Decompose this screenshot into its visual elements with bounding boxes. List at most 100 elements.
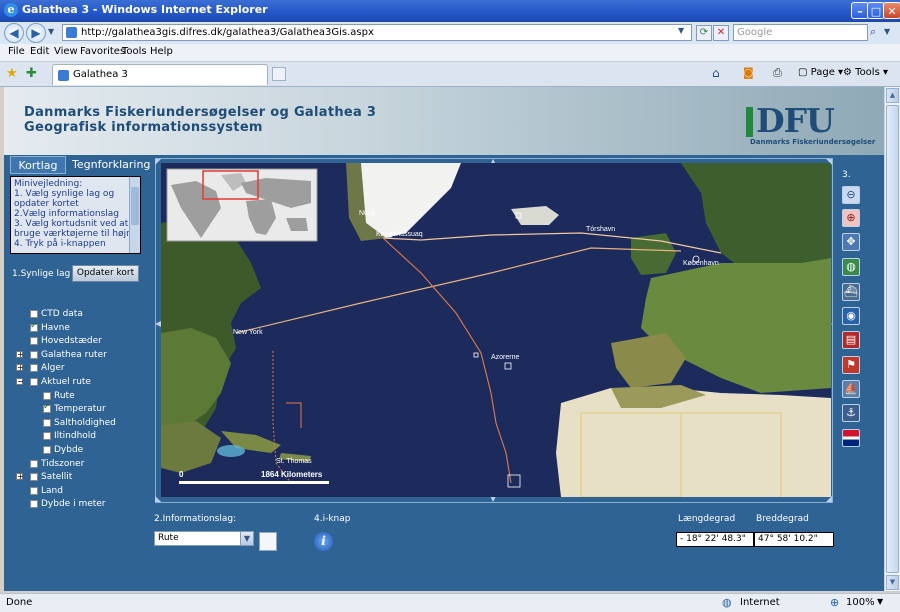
favorites-star-icon[interactable]: ★ xyxy=(6,66,18,81)
menu-favorites[interactable]: Favorites xyxy=(80,46,125,57)
tab-bar: ★ ✚ Galathea 3 ⌂ ◙ ⎙ ▢ Page ▾ ⚙ Tools ▾ xyxy=(0,62,900,87)
info-layer-label: 2.Informationslag: xyxy=(154,514,237,524)
menu-file[interactable]: File xyxy=(8,46,25,57)
layer-checkbox[interactable] xyxy=(43,402,51,414)
zoom-in-icon[interactable]: ⊕ xyxy=(842,209,860,227)
layer-expander-icon[interactable]: + xyxy=(16,350,24,358)
help-scroll-thumb[interactable] xyxy=(131,187,139,225)
search-options-icon[interactable]: ▼ xyxy=(884,27,890,36)
map-label-nuuk: Nuuk xyxy=(359,210,376,217)
close-button[interactable]: ✕ xyxy=(883,2,900,19)
mini-guide-box: Minivejledning: 1. Vælg synlige lag og o… xyxy=(10,176,141,254)
history-dropdown-icon[interactable]: ▼ xyxy=(48,27,54,36)
layer-checkbox[interactable] xyxy=(30,350,38,359)
search-icon[interactable]: ⌕ xyxy=(870,25,876,39)
stop-icon[interactable]: ✕ xyxy=(713,25,729,41)
address-url: http://galathea3gis.difres.dk/galathea3/… xyxy=(81,27,374,38)
help-line: Minivejledning: xyxy=(14,179,83,189)
tools-menu[interactable]: ⚙ Tools ▾ xyxy=(843,67,888,78)
map-view[interactable]: Nuuk Kangerlussuaq Tórshavn København Ne… xyxy=(161,163,831,497)
layer-label: Temperatur xyxy=(54,404,106,415)
scale-label: 1864 Kilometers xyxy=(261,470,323,479)
layer-checkbox[interactable] xyxy=(30,321,38,332)
zoom-dropdown-icon[interactable]: ▼ xyxy=(877,597,883,606)
latitude-label: Breddegrad xyxy=(756,514,809,524)
tab-tegnforklaring[interactable]: Tegnforklaring xyxy=(72,156,150,174)
menu-tools[interactable]: Tools xyxy=(122,46,147,57)
help-line: opdater kortet xyxy=(14,199,79,209)
help-line: 4. Tryk på i-knappen xyxy=(14,239,106,249)
scroll-thumb[interactable] xyxy=(886,105,899,573)
layer-label: Alger xyxy=(41,363,65,374)
refresh-icon[interactable]: ⟳ xyxy=(696,25,712,41)
menu-view[interactable]: View xyxy=(54,46,78,57)
help-scrollbar[interactable] xyxy=(129,177,140,253)
address-input[interactable]: http://galathea3gis.difres.dk/galathea3/… xyxy=(62,24,692,41)
flag-icon[interactable]: ⚑ xyxy=(842,356,860,374)
back-button[interactable]: ◀ xyxy=(4,23,24,43)
book-icon[interactable]: ▤ xyxy=(842,331,860,349)
full-extent-icon[interactable]: ◍ xyxy=(842,258,860,276)
layer-expander-icon[interactable]: + xyxy=(16,364,24,372)
search-input[interactable]: Google xyxy=(733,24,868,41)
feeds-icon[interactable]: ◙ xyxy=(743,66,754,79)
status-text: Done xyxy=(6,597,33,608)
help-line: bruge værktøjerne til højre xyxy=(14,229,136,239)
zoom-level[interactable]: 100% xyxy=(846,597,875,608)
ship-icon[interactable]: ⛴ xyxy=(842,283,860,301)
layer-checkbox[interactable] xyxy=(43,391,51,400)
union-jack-icon[interactable] xyxy=(842,429,860,447)
scroll-up-icon[interactable]: ▲ xyxy=(886,88,899,103)
document-icon[interactable] xyxy=(259,532,277,551)
layer-checkbox[interactable] xyxy=(30,310,38,318)
update-map-button[interactable]: Opdater kort xyxy=(72,265,139,282)
add-favorite-icon[interactable]: ✚ xyxy=(26,66,37,81)
page-menu-label: Page xyxy=(810,67,835,78)
tab-kortlag[interactable]: Kortlag xyxy=(10,156,66,174)
layer-checkbox[interactable] xyxy=(30,500,38,509)
tab-galathea[interactable]: Galathea 3 xyxy=(52,64,268,85)
scale-bar xyxy=(179,481,329,484)
map-label-st-thomas: St. Thomas xyxy=(276,458,312,465)
zoom-icon[interactable]: ⊕ xyxy=(830,596,839,609)
layer-checkbox[interactable] xyxy=(43,418,51,427)
map-label-new-york: New York xyxy=(233,329,263,336)
info-layer-select[interactable]: Rute ▼ xyxy=(154,531,254,546)
forward-button[interactable]: ▶ xyxy=(26,23,46,43)
layer-expander-icon[interactable]: − xyxy=(16,378,24,386)
info-icon[interactable]: i xyxy=(314,532,333,551)
chevron-down-icon[interactable]: ▼ xyxy=(240,532,253,545)
page-menu[interactable]: ▢ Page ▾ xyxy=(798,67,843,78)
layer-checkbox[interactable] xyxy=(30,337,38,346)
menu-edit[interactable]: Edit xyxy=(30,46,49,57)
layer-expander-icon[interactable]: + xyxy=(16,473,24,481)
boat-icon[interactable]: ⛵ xyxy=(842,380,860,398)
layer-checkbox[interactable] xyxy=(30,486,38,495)
layer-checkbox[interactable] xyxy=(30,378,38,386)
zoom-out-icon[interactable]: ⊖ xyxy=(842,186,860,204)
new-tab-button[interactable] xyxy=(272,67,286,81)
layer-label: CTD data xyxy=(41,309,83,319)
scroll-down-icon[interactable]: ▼ xyxy=(886,575,899,590)
globe-icon[interactable]: ◉ xyxy=(842,307,860,325)
gis-application: Danmarks Fiskeriundersøgelser og Galathe… xyxy=(4,87,884,591)
tools-step-label: 3. xyxy=(842,170,851,180)
panel-tabs: Kortlag Tegnforklaring xyxy=(10,156,150,174)
page-scrollbar[interactable]: ▲ ▼ xyxy=(884,87,900,591)
layer-checkbox[interactable] xyxy=(30,459,38,468)
iknap-label: 4.i-knap xyxy=(314,514,351,524)
address-dropdown-icon[interactable]: ▼ xyxy=(678,26,684,35)
menu-help[interactable]: Help xyxy=(150,46,173,57)
layer-checkbox[interactable] xyxy=(43,432,51,441)
pan-icon[interactable]: ✥ xyxy=(842,233,860,251)
layer-checkbox[interactable] xyxy=(30,473,38,482)
layer-checkbox[interactable] xyxy=(30,364,38,373)
home-icon[interactable]: ⌂ xyxy=(712,66,720,80)
map-label-azorerne: Azorerne xyxy=(491,354,520,361)
measure-icon[interactable]: ⚓ xyxy=(842,404,860,422)
layer-checkbox[interactable] xyxy=(43,446,51,454)
print-icon[interactable]: ⎙ xyxy=(773,66,782,80)
map-label-kangerlussuaq: Kangerlussuaq xyxy=(376,231,423,238)
map-canvas: Nuuk Kangerlussuaq Tórshavn København Ne… xyxy=(161,163,831,497)
help-line: 3. Vælg kortudsnit ved at xyxy=(14,219,129,229)
